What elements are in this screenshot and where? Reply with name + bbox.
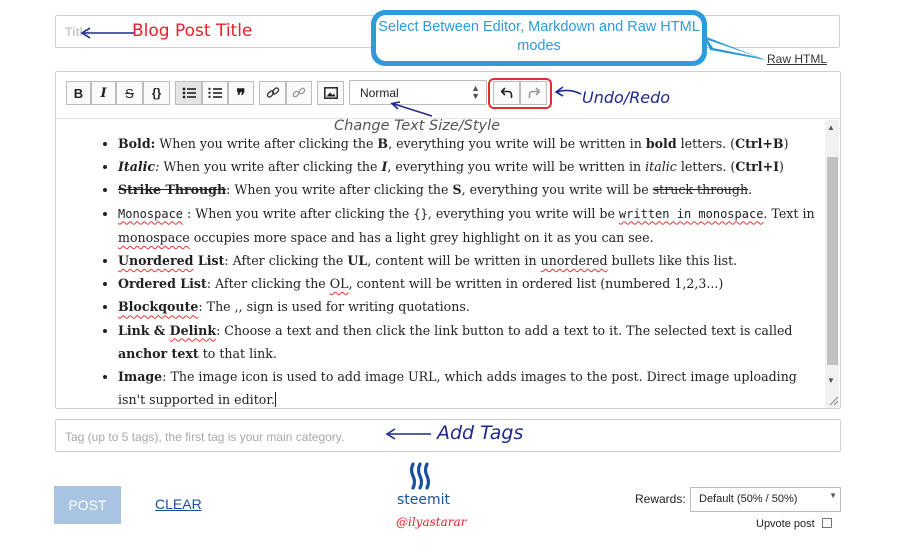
tags-placeholder: Tag (up to 5 tags), the first tag is you… <box>65 430 345 444</box>
rewards-select[interactable]: Default (50% / 50%) ▼ <box>690 487 841 512</box>
post-button[interactable]: POST <box>54 486 121 524</box>
unordered-list-button[interactable] <box>175 81 202 105</box>
bullet-list-icon <box>182 87 196 99</box>
clear-link[interactable]: CLEAR <box>155 496 202 512</box>
redo-icon <box>528 87 540 98</box>
redo-button[interactable] <box>520 81 547 105</box>
quote-icon: ❞ <box>236 85 246 105</box>
list-item: Blockqoute: The ,, sign is used for writ… <box>118 295 824 318</box>
resize-handle-icon[interactable] <box>829 396 839 406</box>
upvote-label: Upvote post <box>756 518 815 530</box>
list-item: Bold: When you write after clicking the … <box>118 132 824 155</box>
raw-html-link[interactable]: Raw HTML <box>767 52 827 66</box>
undo-redo-annotation: Undo/Redo <box>582 88 671 107</box>
text-size-value: Normal <box>360 86 399 100</box>
list-item: Unordered List: After clicking the UL, c… <box>118 249 824 272</box>
rewards-chevron-icon: ▼ <box>829 491 837 500</box>
link-button[interactable] <box>259 81 286 105</box>
editor-content[interactable]: Bold: When you write after clicking the … <box>56 120 824 408</box>
numbered-list-icon <box>208 87 222 98</box>
toolbar-divider <box>56 118 840 119</box>
tags-annotation: Add Tags <box>437 422 524 444</box>
code-button[interactable]: {} <box>143 81 170 105</box>
modes-callout-text: Select Between Editor, Markdown and Raw … <box>378 19 700 54</box>
blockquote-button[interactable]: ❞ <box>228 81 254 105</box>
title-annotation: Blog Post Title <box>132 21 253 41</box>
steemit-logo-icon <box>409 462 431 490</box>
list-item: Link & Delink: Choose a text and then cl… <box>118 319 824 365</box>
list-item: Image: The image icon is used to add ima… <box>118 365 824 408</box>
link-icon <box>266 87 279 98</box>
callout-tail-icon <box>704 36 766 60</box>
undo-icon <box>500 87 512 98</box>
title-annotation-arrow-icon <box>80 27 134 39</box>
undo-button[interactable] <box>493 81 520 105</box>
image-icon <box>323 87 338 99</box>
scroll-up-icon[interactable]: ▲ <box>827 123 835 132</box>
strike-button[interactable]: S <box>116 81 143 105</box>
bold-button[interactable]: B <box>66 81 91 105</box>
scroll-down-icon[interactable]: ▼ <box>827 376 835 385</box>
undo-annotation-arrow-icon <box>554 86 582 97</box>
size-annotation-arrow-icon <box>390 101 433 117</box>
unlink-button[interactable] <box>286 81 312 105</box>
italic-button[interactable]: I <box>91 81 116 105</box>
brand-handle: @ilyastarar <box>396 515 467 529</box>
list-item: Monospace : When you write after clickin… <box>118 202 824 249</box>
ordered-list-button[interactable] <box>202 81 228 105</box>
unlink-icon <box>292 87 306 98</box>
rewards-label: Rewards: <box>635 492 686 506</box>
scrollbar-thumb[interactable] <box>827 157 838 365</box>
select-updown-icon: ▲ ▼ <box>471 83 480 101</box>
upvote-checkbox[interactable] <box>822 518 832 528</box>
list-item: Italic: When you write after clicking th… <box>118 155 824 178</box>
tags-annotation-arrow-icon <box>385 428 431 440</box>
list-item: Ordered List: After clicking the OL, con… <box>118 272 824 295</box>
list-item: Strike Through: When you write after cli… <box>118 178 824 201</box>
rewards-value: Default (50% / 50%) <box>699 493 798 505</box>
content-list: Bold: When you write after clicking the … <box>56 132 824 408</box>
modes-callout: Select Between Editor, Markdown and Raw … <box>371 10 707 66</box>
image-button[interactable] <box>317 81 344 105</box>
brand-name: steemit <box>397 492 451 508</box>
